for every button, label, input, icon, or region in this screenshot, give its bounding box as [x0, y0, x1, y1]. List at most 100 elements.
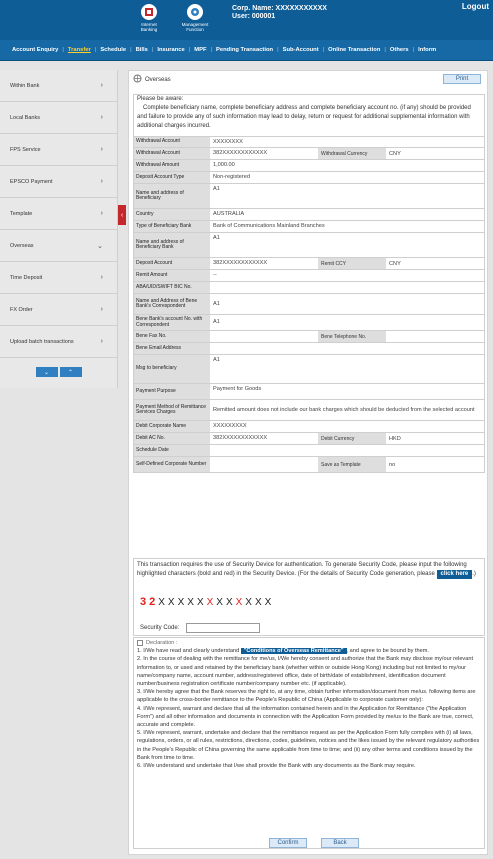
declaration-item: 2. In the course of dealing with the rem… — [137, 656, 474, 688]
scroll-up-button[interactable]: ⌃ — [59, 367, 82, 377]
field-label: Withdrawal Amount — [134, 160, 210, 171]
security-digit: 3 — [140, 596, 147, 608]
security-char: X — [177, 597, 185, 608]
confirm-button[interactable]: Confirm — [269, 838, 307, 848]
table-row: Name and Address of Bene Bank's Correspo… — [133, 294, 485, 315]
security-char: X — [158, 597, 165, 608]
field-value: 1,000.00 — [213, 162, 235, 168]
field-label: Deposit Account — [134, 258, 210, 269]
nav-item-inform[interactable]: Inform — [418, 47, 436, 53]
table-row: Remit Amount -- — [133, 270, 485, 282]
sidebar-item-label: EPSCO Payment — [10, 178, 53, 185]
field-label: Bene Bank's account No. with Corresponde… — [134, 315, 210, 330]
security-code-label: Security Code: — [140, 625, 180, 631]
scroll-down-button[interactable]: ⌄ — [35, 367, 58, 377]
security-char: X — [196, 597, 204, 608]
nav-item-insurance[interactable]: Insurance — [157, 47, 184, 53]
field-value: no — [389, 461, 396, 468]
gear-icon — [187, 4, 203, 20]
nav-separator: | — [151, 47, 154, 53]
field-value: A1 — [213, 319, 220, 325]
field-label: Bene Telephone No. — [318, 331, 386, 342]
sidebar-item-label: Template — [10, 210, 33, 217]
sidebar-item-time-deposit[interactable]: Time Deposit › — [0, 262, 117, 294]
sidebar-item-template[interactable]: Template › — [0, 198, 117, 230]
field-label: Withdrawal Account — [134, 148, 210, 159]
nav-item-transfer[interactable]: Transfer — [68, 47, 91, 53]
field-value: -- — [213, 272, 217, 278]
field-label: Deposit Account Type — [134, 172, 210, 183]
nav-separator: | — [384, 47, 386, 53]
security-char: X — [167, 597, 175, 608]
conditions-link[interactable]: "Conditions of Overseas Remittance" — [240, 648, 347, 655]
chevron-icon: › — [100, 114, 103, 121]
table-row: Debit AC No. 382XXXXXXXXXXXX Debit Currenc… — [133, 433, 485, 445]
collapse-sidebar-button[interactable]: ‹ — [118, 205, 126, 225]
field-value: 382XXXXXXXXXXXX — [213, 435, 268, 441]
nav-item-account-enquiry[interactable]: Account Enquiry — [12, 47, 58, 53]
field-label: Remit Amount — [134, 270, 210, 281]
field-label: Payment Purpose — [134, 384, 210, 399]
declaration-title: Declaration : — [146, 640, 178, 646]
print-button[interactable]: Print — [443, 74, 481, 84]
sidebar-item-epsco-payment[interactable]: EPSCO Payment › — [0, 166, 117, 198]
declaration-checkbox[interactable] — [137, 640, 143, 647]
management-function-link[interactable]: Management Function — [180, 4, 210, 32]
chevron-icon: › — [100, 82, 103, 89]
security-char: X — [245, 597, 252, 608]
security-code-input[interactable] — [186, 623, 260, 633]
chevron-icon: › — [100, 306, 103, 313]
field-label: Withdrawal Account — [134, 137, 210, 147]
declaration-item: 4. I/We represent, warrant and declare t… — [137, 705, 474, 729]
field-label: Msg to beneficiary — [134, 355, 210, 383]
security-char: X — [254, 597, 262, 608]
chevron-icon: › — [100, 146, 103, 153]
main-nav: Account Enquiry | Transfer | Schedule | Bills |… — [0, 40, 493, 61]
nav-item-mpf[interactable]: MPF — [194, 47, 206, 53]
internet-banking-link[interactable]: Internet Banking — [134, 4, 164, 32]
nav-item-others[interactable]: Others — [390, 47, 409, 53]
table-row: Self-Defined Corporate Number Save as Tem… — [133, 457, 485, 473]
field-value: CNY — [389, 260, 401, 267]
sidebar-item-overseas[interactable]: Overseas ⌄ — [0, 230, 117, 262]
field-label: Bene Fax No. — [134, 331, 210, 342]
sidebar-item-label: Upload batch transactions — [10, 338, 74, 345]
logout-link[interactable]: Logout — [462, 2, 489, 11]
sidebar-item-label: Within Bank — [10, 82, 40, 89]
globe-icon — [133, 74, 142, 85]
table-row: Deposit Account Type Non-registered — [133, 172, 485, 184]
nav-separator: | — [94, 47, 97, 53]
declaration-item-1: 1. I/We have read and clearly understand… — [137, 648, 429, 655]
table-row: Schedule Date — [133, 445, 485, 457]
security-section: This transaction requires the use of Sec… — [133, 558, 485, 636]
sidebar-item-fx-order[interactable]: FX Order › — [0, 294, 117, 326]
field-label: Type of Beneficiary Bank — [134, 221, 210, 232]
nav-item-pending-transaction[interactable]: Pending Transaction — [216, 47, 273, 53]
user-id: User: 000001 — [232, 13, 276, 20]
sidebar: Within Bank › Local Banks › FPS Service › EPSC… — [0, 70, 118, 388]
security-char: X — [235, 597, 243, 608]
security-text-end: .) — [472, 571, 476, 577]
back-button[interactable]: Back — [321, 838, 359, 848]
nav-item-bills[interactable]: Bills — [136, 47, 148, 53]
sidebar-item-upload-batch-transactions[interactable]: Upload batch transactions › — [0, 326, 117, 358]
sidebar-item-local-banks[interactable]: Local Banks › — [0, 102, 117, 134]
field-value: Payment for Goods — [213, 386, 262, 392]
declaration-item: 6. I/We understand and undertake that I/… — [137, 763, 416, 770]
click-here-link[interactable]: click here — [436, 570, 473, 579]
table-row: Withdrawal Amount 1,000.00 — [133, 160, 485, 172]
nav-item-online-transaction[interactable]: Online Transaction — [328, 47, 380, 53]
chevron-icon: › — [100, 178, 103, 185]
table-row: Withdrawal Account 382XXXXXXXXXXXX Withdra… — [133, 148, 485, 160]
nav-separator: | — [322, 47, 325, 53]
bank-icon — [141, 4, 157, 20]
page-title-text: Overseas — [145, 76, 171, 83]
nav-item-schedule[interactable]: Schedule — [100, 47, 126, 53]
field-value — [210, 343, 484, 354]
security-text: This transaction requires the use of Sec… — [137, 562, 467, 577]
nav-item-sub-account[interactable]: Sub-Account — [283, 47, 319, 53]
sidebar-item-label: FX Order — [10, 306, 33, 313]
sidebar-item-within-bank[interactable]: Within Bank › — [0, 70, 117, 102]
sidebar-item-fps-service[interactable]: FPS Service › — [0, 134, 117, 166]
field-value: CNY — [389, 150, 401, 157]
